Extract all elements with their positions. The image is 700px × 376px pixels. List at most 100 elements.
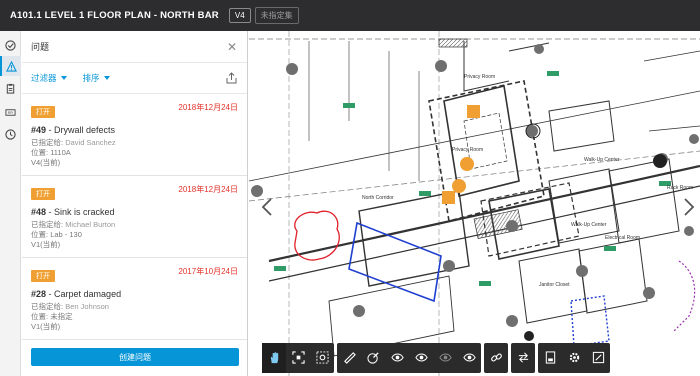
compare-button[interactable] [511, 343, 535, 373]
document-icon [545, 351, 555, 364]
links-button[interactable] [484, 343, 508, 373]
assignee: David Sanchez [65, 138, 116, 147]
location-label: 位置: [31, 230, 49, 239]
chevron-down-icon [103, 76, 110, 80]
sort-label: 排序 [82, 73, 100, 83]
top-bar: A101.1 LEVEL 1 FLOOR PLAN - NORTH BAR V4… [0, 0, 700, 31]
sheet-info-button[interactable] [538, 343, 562, 373]
issue-date: 2017年10月24日 [178, 267, 238, 276]
export-icon[interactable] [226, 72, 237, 84]
location-label: 位置: [31, 312, 49, 321]
room-label: Walk-Up Center [571, 222, 607, 228]
svg-text:RFI: RFI [8, 111, 13, 115]
issues-panel: 问题 ✕ 过滤器 排序 打开 2018年12月24日 #49 - Drywall… [22, 31, 248, 376]
issue-number: #28 [31, 289, 47, 299]
version-badge[interactable]: V4 [228, 8, 251, 23]
issue-version: V4(当前) [31, 158, 61, 167]
compare-tools [511, 342, 535, 373]
ruler-icon [343, 352, 356, 364]
issue-title: #48 - Sink is cracked [31, 207, 115, 217]
issue-card[interactable]: 打开 2018年12月24日 #48 - Sink is cracked 已指定… [22, 176, 247, 258]
panel-toolbar: 过滤器 排序 [22, 63, 247, 94]
left-tool-rail: RFI [0, 31, 21, 376]
issue-title: #28 - Carpet damaged [31, 289, 122, 299]
set-badge[interactable]: 未指定集 [254, 7, 299, 24]
issue-name: Drywall defects [54, 125, 116, 135]
status-badge: 打开 [31, 106, 55, 118]
settings-button[interactable] [562, 343, 586, 373]
issue-name: Sink is cracked [54, 207, 115, 217]
eye-hidden-icon [438, 353, 452, 362]
assignee: Michael Burton [65, 220, 116, 229]
rail-check-button[interactable] [0, 35, 21, 55]
pan-button[interactable] [262, 342, 286, 373]
rail-rfi-button[interactable]: RFI [0, 102, 21, 122]
fit-icon [291, 351, 305, 364]
issue-version: V1(当前) [31, 322, 61, 331]
eye-warning-icon [414, 353, 428, 362]
location-value: 未指定 [50, 312, 73, 321]
swap-icon [518, 352, 528, 363]
show-rfis-button[interactable] [457, 343, 481, 373]
rfi-icon: RFI [5, 108, 16, 116]
show-issues-button[interactable] [409, 343, 433, 373]
prev-arrow-icon[interactable] [261, 198, 272, 216]
issue-meta: 已指定给: Michael Burton 位置: Lab - 130 V1(当前… [31, 220, 238, 250]
panel-title: 问题 [31, 42, 50, 52]
filter-dropdown[interactable]: 过滤器 [31, 72, 67, 84]
check-icon [5, 39, 16, 51]
panel-header: 问题 [22, 31, 247, 63]
location-value: Lab - 130 [50, 230, 82, 239]
navigation-tools [262, 342, 334, 373]
markup-button[interactable] [361, 343, 385, 373]
pen-icon [366, 352, 379, 364]
viewer-toolbar [262, 339, 700, 376]
issue-date: 2018年12月24日 [178, 185, 238, 194]
next-arrow-icon[interactable] [684, 198, 695, 216]
issue-card[interactable]: 打开 2018年12月24日 #49 - Drywall defects 已指定… [22, 94, 247, 176]
close-icon[interactable]: ✕ [227, 40, 237, 54]
link-tools [484, 342, 508, 373]
issue-name: Carpet damaged [54, 289, 122, 299]
create-issue-button[interactable]: 创建问题 [31, 348, 239, 366]
filter-label: 过滤器 [31, 73, 57, 83]
measure-button[interactable] [337, 343, 361, 373]
issue-card[interactable]: 打开 2017年10月24日 #28 - Carpet damaged 已指定给… [22, 258, 247, 340]
location-label: 位置: [31, 148, 49, 157]
assignee: Ben Johnson [65, 302, 109, 311]
chevron-down-icon [60, 76, 67, 80]
hand-icon [270, 352, 278, 364]
issue-number: #48 [31, 207, 47, 217]
status-badge: 打开 [31, 188, 55, 200]
settings-tools [538, 342, 610, 373]
issue-date: 2018年12月24日 [178, 103, 238, 112]
show-photos-button[interactable] [433, 343, 457, 373]
rail-history-button[interactable] [0, 124, 21, 144]
drawing-canvas[interactable]: Privacy Room Privacy Room Walk-Up Center… [249, 31, 700, 376]
fullscreen-button[interactable] [586, 343, 610, 373]
issue-number: #49 [31, 125, 47, 135]
room-label: Janitor Closet [539, 282, 570, 288]
assigned-label: 已指定给: [31, 220, 64, 229]
show-markups-button[interactable] [385, 343, 409, 373]
rail-clipboard-button[interactable] [0, 78, 21, 98]
fit-to-view-button[interactable] [286, 343, 310, 373]
clock-icon [5, 128, 16, 140]
floor-plan[interactable]: Privacy Room Privacy Room Walk-Up Center… [249, 31, 700, 376]
zoom-window-button[interactable] [310, 343, 334, 373]
rail-issues-button[interactable] [0, 56, 21, 76]
room-label: Privacy Room [452, 147, 483, 153]
link-icon [490, 353, 502, 362]
status-badge: 打开 [31, 270, 55, 282]
eye-icon [462, 353, 476, 362]
issue-meta: 已指定给: David Sanchez 位置: 1110A V4(当前) [31, 138, 238, 168]
room-label: Rack Room [667, 185, 693, 191]
assigned-label: 已指定给: [31, 138, 64, 147]
room-label: Privacy Room [464, 74, 495, 80]
room-label: Electrical Room [605, 235, 640, 241]
room-label: North Corridor [362, 195, 394, 201]
assigned-label: 已指定给: [31, 302, 64, 311]
sort-dropdown[interactable]: 排序 [83, 72, 110, 84]
room-label: Walk-Up Center [584, 157, 620, 163]
zoom-icon [315, 351, 329, 364]
